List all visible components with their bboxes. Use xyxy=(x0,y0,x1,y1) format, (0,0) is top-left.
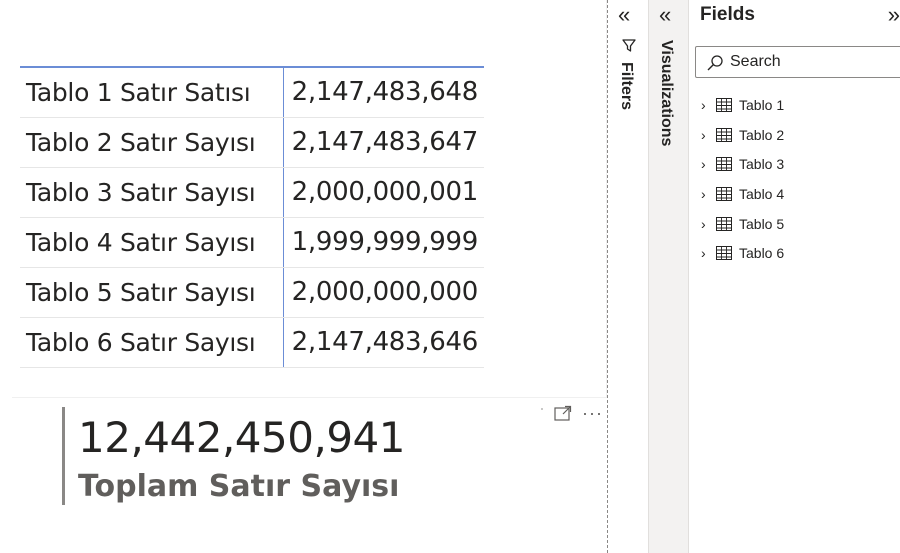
collapse-visualizations-icon[interactable]: « xyxy=(659,2,671,28)
field-table-item[interactable]: › Tablo 3 xyxy=(701,149,784,179)
field-table-name: Tablo 2 xyxy=(739,126,785,143)
field-table-name: Tablo 1 xyxy=(739,96,785,113)
filters-pane[interactable]: « Filters xyxy=(608,0,649,553)
table-row: Tablo 4 Satır Sayısı 1,999,999,999 xyxy=(20,217,484,268)
field-table-name: Tablo 3 xyxy=(739,156,785,173)
table-icon xyxy=(716,97,732,112)
row-value: 2,147,483,648 xyxy=(282,66,484,118)
table-row: Tablo 1 Satır Satısı 2,147,483,648 xyxy=(20,66,484,118)
expand-fields-icon[interactable]: » xyxy=(888,2,900,28)
table-row: Tablo 2 Satır Sayısı 2,147,483,647 xyxy=(20,117,484,168)
table-row: Tablo 5 Satır Sayısı 2,000,000,000 xyxy=(20,267,484,318)
row-label: Tablo 2 Satır Sayısı xyxy=(20,117,283,168)
focus-mode-icon[interactable] xyxy=(554,405,572,421)
table-icon xyxy=(716,186,732,201)
chevron-right-icon[interactable]: › xyxy=(701,186,711,202)
table-icon xyxy=(716,246,732,261)
report-canvas: Tablo 1 Satır Satısı 2,147,483,648 Tablo… xyxy=(0,0,607,553)
field-table-item[interactable]: › Tablo 5 xyxy=(701,209,784,239)
fields-pane: Fields » › Tablo 1 › Tablo 2 › Tablo 3 ›… xyxy=(689,0,900,553)
field-table-item[interactable]: › Tablo 1 xyxy=(701,90,784,120)
table-row: Tablo 3 Satır Sayısı 2,000,000,001 xyxy=(20,167,484,218)
chevron-right-icon[interactable]: › xyxy=(701,127,711,143)
card-accent-bar xyxy=(62,407,65,505)
field-table-item[interactable]: › Tablo 6 xyxy=(701,238,784,268)
row-label: Tablo 4 Satır Sayısı xyxy=(20,217,283,268)
row-value: 2,147,483,646 xyxy=(282,317,484,368)
table-row: Tablo 6 Satır Sayısı 2,147,483,646 xyxy=(20,317,484,368)
card-value: 12,442,450,941 xyxy=(78,413,406,462)
row-value: 2,147,483,647 xyxy=(282,117,484,168)
row-label: Tablo 1 Satır Satısı xyxy=(20,66,283,118)
search-icon xyxy=(707,55,723,71)
card-visual[interactable]: 12,442,450,941 Toplam Satır Sayısı ˈ ··· xyxy=(12,399,607,553)
field-table-name: Tablo 5 xyxy=(739,215,785,232)
matrix-table: Tablo 1 Satır Satısı 2,147,483,648 Tablo… xyxy=(20,66,484,368)
chevron-right-icon[interactable]: › xyxy=(701,245,711,261)
field-table-item[interactable]: › Tablo 4 xyxy=(701,179,784,209)
row-label: Tablo 6 Satır Sayısı xyxy=(20,317,283,368)
fields-search-input[interactable] xyxy=(730,51,900,73)
visualizations-pane-label[interactable]: Visualizations xyxy=(657,40,675,146)
filter-icon xyxy=(622,39,636,52)
filters-pane-label[interactable]: Filters xyxy=(617,62,635,110)
more-options-icon[interactable]: ··· xyxy=(582,404,603,422)
row-label: Tablo 5 Satır Sayısı xyxy=(20,267,283,318)
field-table-item[interactable]: › Tablo 2 xyxy=(701,120,784,150)
fields-search-box[interactable] xyxy=(695,46,900,78)
visualizations-pane[interactable]: « Visualizations xyxy=(649,0,689,553)
chevron-right-icon[interactable]: › xyxy=(701,97,711,113)
table-icon xyxy=(716,157,732,172)
row-value: 1,999,999,999 xyxy=(282,217,484,268)
field-table-name: Tablo 4 xyxy=(739,185,785,202)
table-visual[interactable]: Tablo 1 Satır Satısı 2,147,483,648 Tablo… xyxy=(12,0,607,398)
table-icon xyxy=(716,127,732,142)
chevron-right-icon[interactable]: › xyxy=(701,156,711,172)
card-label: Toplam Satır Sayısı xyxy=(78,469,400,504)
table-icon xyxy=(716,216,732,231)
drag-handle-icon[interactable]: ˈ xyxy=(540,406,544,420)
visual-header-icons: ˈ ··· xyxy=(540,404,603,422)
field-list: › Tablo 1 › Tablo 2 › Tablo 3 › Tablo 4 … xyxy=(701,90,784,268)
field-table-name: Tablo 6 xyxy=(739,245,785,262)
collapse-filters-icon[interactable]: « xyxy=(618,2,630,28)
row-value: 2,000,000,000 xyxy=(282,267,484,318)
row-value: 2,000,000,001 xyxy=(282,167,484,218)
fields-pane-title: Fields xyxy=(700,4,755,25)
chevron-right-icon[interactable]: › xyxy=(701,216,711,232)
row-label: Tablo 3 Satır Sayısı xyxy=(20,167,283,218)
